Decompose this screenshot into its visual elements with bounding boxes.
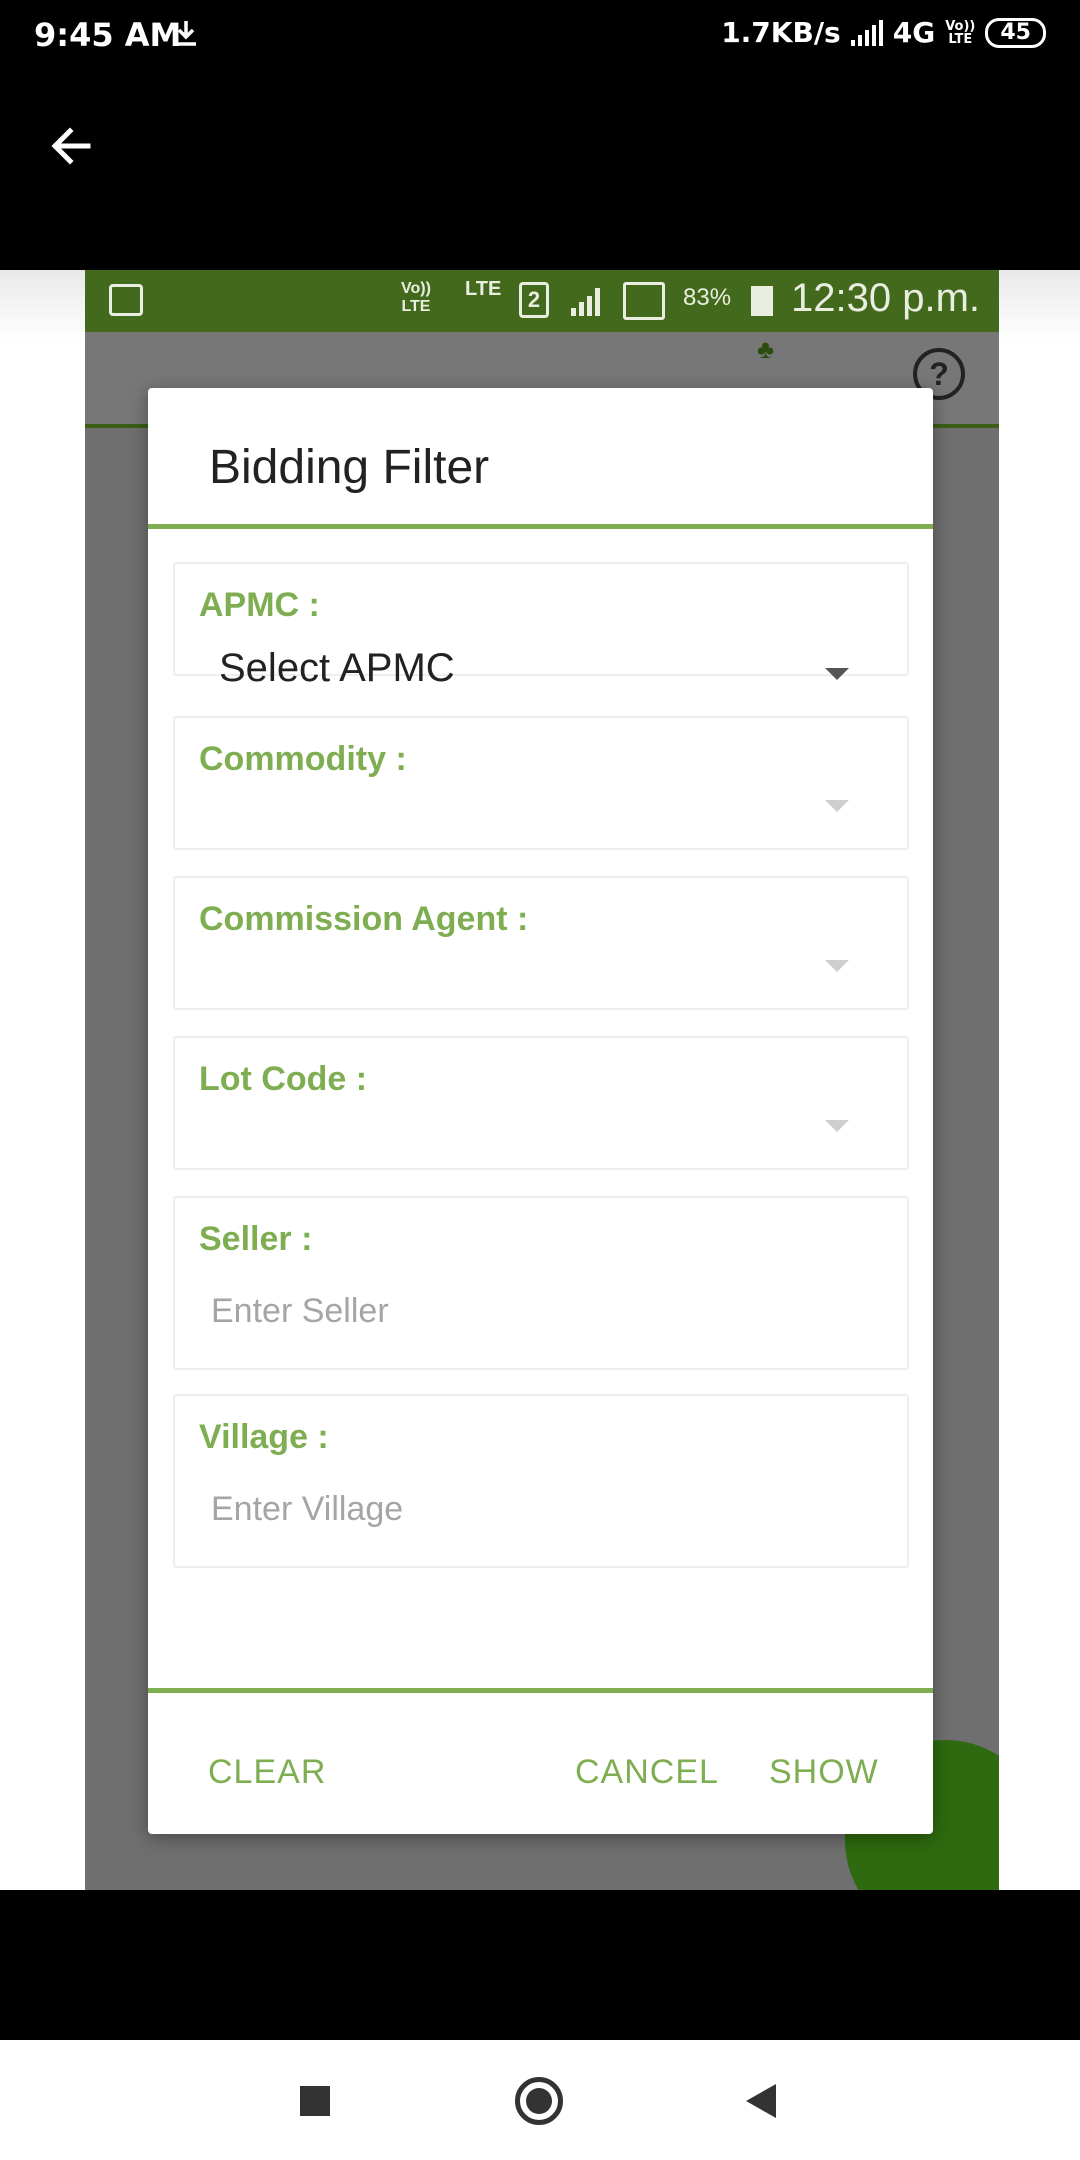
commission-agent-dropdown[interactable]: Commission Agent : xyxy=(173,876,909,1010)
apmc-label: APMC : xyxy=(199,586,320,624)
volte-bottom: LTE xyxy=(948,31,973,47)
dialog-title: Bidding Filter xyxy=(209,441,490,494)
inner-lte: LTE xyxy=(465,278,502,300)
home-dot xyxy=(526,2088,552,2114)
sprout-icon: ♣ xyxy=(757,334,775,364)
show-button[interactable]: SHOW xyxy=(769,1753,879,1792)
arrow-left-icon[interactable] xyxy=(46,120,98,172)
network-speed: 1.7KB/s xyxy=(721,16,841,49)
inner-phone-screen: Vo)) LTE LTE 2 83% 12:30 p.m. ♣ ? Bidding… xyxy=(85,270,999,1890)
commission-agent-label: Commission Agent : xyxy=(199,900,529,938)
commodity-label: Commodity : xyxy=(199,740,407,778)
inner-volte-top: Vo)) xyxy=(401,280,431,297)
sim-icon: 2 xyxy=(519,282,549,318)
inner-volte-bottom: LTE xyxy=(401,298,431,315)
bidding-filter-dialog: Bidding Filter APMC : Select APMC Commod… xyxy=(148,388,933,1834)
village-label: Village : xyxy=(199,1418,329,1456)
square-icon[interactable] xyxy=(300,2086,330,2116)
inner-volte-icon: Vo)) LTE xyxy=(401,280,431,316)
clear-button[interactable]: CLEAR xyxy=(208,1753,326,1792)
circle-icon[interactable] xyxy=(515,2077,563,2125)
seller-label: Seller : xyxy=(199,1220,313,1258)
inner-signal-icon xyxy=(571,286,600,316)
commodity-dropdown[interactable]: Commodity : xyxy=(173,716,909,850)
viewer-app-bar xyxy=(0,72,1080,270)
status-time: 9:45 AM xyxy=(34,16,182,54)
title-divider xyxy=(148,524,933,529)
inner-signal2-icon xyxy=(623,282,665,320)
inner-battery-icon xyxy=(751,286,773,316)
chevron-down-icon xyxy=(825,668,849,680)
apmc-value: Select APMC xyxy=(219,646,455,690)
triangle-left-icon[interactable] xyxy=(746,2084,776,2118)
system-nav-bar xyxy=(0,2040,1080,2160)
actions-divider xyxy=(148,1688,933,1693)
cancel-button[interactable]: CANCEL xyxy=(575,1753,719,1792)
download-icon xyxy=(176,21,196,46)
inner-status-bar: Vo)) LTE LTE 2 83% 12:30 p.m. xyxy=(85,270,999,332)
battery-icon: 45 xyxy=(985,17,1046,48)
embedded-screenshot: Vo)) LTE LTE 2 83% 12:30 p.m. ♣ ? Bidding… xyxy=(0,270,1080,1890)
viewer-bottom-bar xyxy=(0,1890,1080,2040)
apmc-dropdown[interactable]: APMC : Select APMC xyxy=(173,562,909,690)
lot-code-label: Lot Code : xyxy=(199,1060,368,1098)
signal-icon xyxy=(850,19,883,46)
inner-battery-pct: 83% xyxy=(683,284,732,311)
chevron-down-icon xyxy=(825,960,849,972)
volte-icon: Vo)) LTE xyxy=(945,20,975,46)
chevron-down-icon xyxy=(825,800,849,812)
inner-clock: 12:30 p.m. xyxy=(791,276,981,320)
status-right-group: 1.7KB/s 4G Vo)) LTE 45 xyxy=(721,16,1046,49)
phone-status-bar: 9:45 AM 1.7KB/s 4G Vo)) LTE 45 xyxy=(0,0,1080,72)
lot-code-dropdown[interactable]: Lot Code : xyxy=(173,1036,909,1170)
chevron-down-icon xyxy=(825,1120,849,1132)
network-type: 4G xyxy=(892,16,936,49)
image-icon xyxy=(109,284,143,316)
village-field[interactable]: Village : Enter Village xyxy=(173,1394,909,1568)
seller-field[interactable]: Seller : Enter Seller xyxy=(173,1196,909,1370)
village-input[interactable]: Enter Village xyxy=(211,1490,403,1529)
seller-input[interactable]: Enter Seller xyxy=(211,1292,389,1331)
